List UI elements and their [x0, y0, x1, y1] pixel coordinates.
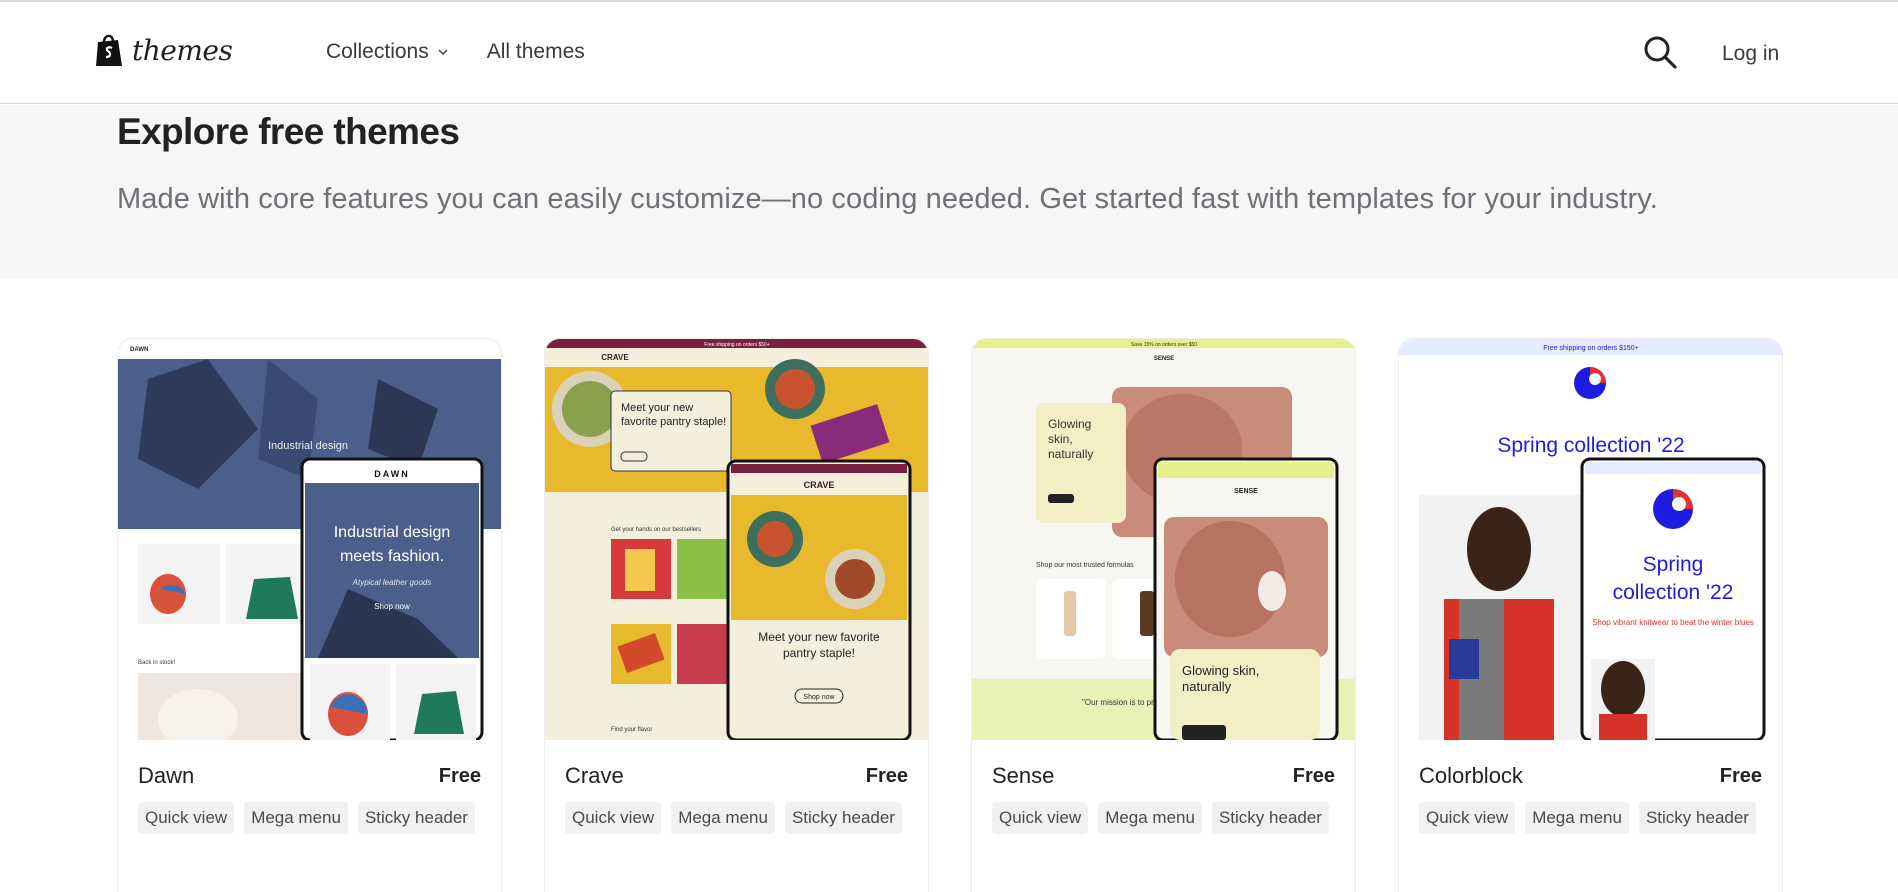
crave-preview-section: Get your hands on our bestsellers	[611, 527, 701, 533]
tag-mega-menu[interactable]: Mega menu	[1098, 802, 1202, 834]
theme-name[interactable]: Sense	[992, 763, 1054, 789]
svg-text:CRAVE: CRAVE	[601, 353, 629, 362]
site-header: themes Collections All themes Log in	[0, 2, 1898, 104]
shopify-themes-logo[interactable]: themes	[94, 32, 233, 68]
theme-price: Free	[1292, 765, 1335, 787]
theme-name[interactable]: Crave	[565, 763, 624, 789]
crave-preview-banner: Free shipping on orders $50+	[704, 342, 770, 348]
theme-tags: Quick view Mega menu Sticky header	[1419, 802, 1756, 834]
svg-text:SENSE: SENSE	[1234, 488, 1258, 495]
dawn-preview-brand: DAWN	[130, 347, 148, 353]
sense-preview-image: Save 15% on orders over $50 SENSE Glowin…	[972, 339, 1355, 740]
page-subtitle: Made with core features you can easily c…	[117, 183, 1658, 215]
theme-preview-crave[interactable]: Free shipping on orders $50+ CRAVE Meet …	[545, 339, 928, 740]
tag-quick-view[interactable]: Quick view	[1419, 802, 1516, 834]
svg-text:Glowing: Glowing	[1048, 417, 1091, 431]
search-icon[interactable]	[1642, 34, 1678, 70]
theme-tags: Quick view Mega menu Sticky header	[138, 802, 475, 834]
login-link[interactable]: Log in	[1722, 42, 1779, 66]
crave-preview-image: Free shipping on orders $50+ CRAVE Meet …	[545, 339, 928, 740]
sense-preview-brand: SENSE	[1154, 356, 1174, 362]
theme-preview-sense[interactable]: Save 15% on orders over $50 SENSE Glowin…	[972, 339, 1355, 740]
theme-card-crave[interactable]: Free shipping on orders $50+ CRAVE Meet …	[544, 338, 929, 892]
svg-text:favorite pantry staple!: favorite pantry staple!	[621, 416, 726, 428]
tag-sticky-header[interactable]: Sticky header	[1638, 802, 1756, 834]
theme-preview-dawn[interactable]: DAWN Industrial design Back in stock! DA…	[118, 339, 501, 740]
sense-preview-banner: Save 15% on orders over $50	[1131, 342, 1197, 348]
nav-collections-label: Collections	[326, 40, 429, 63]
theme-name[interactable]: Colorblock	[1419, 763, 1523, 789]
theme-tags: Quick view Mega menu Sticky header	[992, 802, 1329, 834]
shopify-bag-icon	[96, 34, 122, 66]
dawn-preview-image: DAWN Industrial design Back in stock! DA…	[118, 339, 501, 740]
svg-text:Meet your new favorite: Meet your new favorite	[758, 630, 880, 644]
tag-mega-menu[interactable]: Mega menu	[1525, 802, 1629, 834]
theme-tags: Quick view Mega menu Sticky header	[565, 802, 902, 834]
sense-preview-section: Shop our most trusted formulas	[1036, 562, 1134, 569]
dawn-preview-cta: Shop now	[374, 602, 410, 611]
colorblock-preview-subline: Shop vibrant knitwear to beat the winter…	[1592, 618, 1754, 627]
svg-text:Meet your new: Meet your new	[621, 402, 693, 414]
theme-card-colorblock[interactable]: Free shipping on orders $150+ Spring col…	[1398, 338, 1783, 892]
main-nav: Collections All themes	[326, 40, 585, 64]
colorblock-preview-mobile-headline-2: collection '22	[1613, 581, 1734, 604]
tag-sticky-header[interactable]: Sticky header	[1211, 802, 1329, 834]
svg-text:naturally: naturally	[1182, 679, 1232, 694]
colorblock-preview-headline: Spring collection '22	[1497, 434, 1684, 457]
theme-preview-colorblock[interactable]: Free shipping on orders $150+ Spring col…	[1399, 339, 1782, 740]
theme-price: Free	[438, 765, 481, 787]
crave-preview-cta: Shop now	[803, 694, 835, 701]
tag-quick-view[interactable]: Quick view	[565, 802, 662, 834]
tag-mega-menu[interactable]: Mega menu	[244, 802, 348, 834]
theme-card-dawn[interactable]: DAWN Industrial design Back in stock! DA…	[117, 338, 502, 892]
svg-text:skin,: skin,	[1048, 432, 1073, 446]
svg-text:Glowing skin,: Glowing skin,	[1182, 663, 1259, 678]
nav-all-themes-label: All themes	[486, 40, 585, 63]
svg-text:DAWN: DAWN	[374, 469, 410, 479]
chevron-down-icon	[438, 49, 448, 56]
svg-text:pantry staple!: pantry staple!	[783, 646, 855, 660]
hero-section: Explore free themes Made with core featu…	[0, 105, 1898, 278]
nav-collections[interactable]: Collections	[326, 40, 449, 64]
logo-text: themes	[132, 33, 233, 67]
colorblock-preview-mobile-headline-1: Spring	[1643, 553, 1704, 576]
tag-mega-menu[interactable]: Mega menu	[671, 802, 775, 834]
theme-name[interactable]: Dawn	[138, 763, 194, 789]
theme-card-sense[interactable]: Save 15% on orders over $50 SENSE Glowin…	[971, 338, 1356, 892]
svg-text:naturally: naturally	[1048, 447, 1093, 461]
dawn-preview-subline: Atypical leather goods	[352, 578, 432, 587]
dawn-preview-section: Back in stock!	[138, 660, 175, 666]
theme-price: Free	[1719, 765, 1762, 787]
svg-text:meets fashion.: meets fashion.	[340, 548, 444, 565]
page-title: Explore free themes	[117, 111, 460, 152]
colorblock-preview-image: Free shipping on orders $150+ Spring col…	[1399, 339, 1782, 740]
theme-price: Free	[865, 765, 908, 787]
crave-preview-brand: CRAVE	[804, 480, 835, 490]
svg-text:Industrial design: Industrial design	[334, 524, 451, 541]
crave-preview-footer: Find your flavor	[611, 727, 652, 733]
svg-text:Industrial design: Industrial design	[268, 440, 348, 452]
tag-quick-view[interactable]: Quick view	[992, 802, 1089, 834]
tag-sticky-header[interactable]: Sticky header	[784, 802, 902, 834]
tag-sticky-header[interactable]: Sticky header	[357, 802, 475, 834]
tag-quick-view[interactable]: Quick view	[138, 802, 235, 834]
nav-all-themes[interactable]: All themes	[487, 40, 585, 64]
colorblock-preview-banner: Free shipping on orders $150+	[1543, 345, 1639, 352]
